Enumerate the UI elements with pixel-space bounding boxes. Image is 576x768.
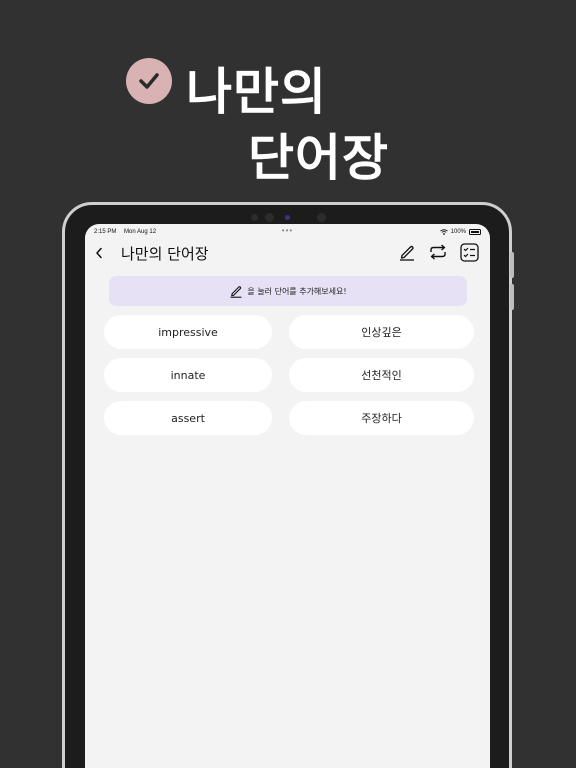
hint-text: 을 눌러 단어를 추가해보세요! [247, 286, 347, 296]
repeat-icon [430, 244, 446, 260]
volume-up-button [510, 252, 514, 278]
navigation-bar: 나만의 단어장 [85, 240, 490, 266]
checklist-icon [459, 242, 479, 262]
battery-icon [469, 229, 481, 235]
word-card-korean[interactable]: 선천적인 [289, 358, 474, 392]
promo-heading-line2: 단어장 [248, 129, 389, 187]
status-bar: 2:15 PM Mon Aug 12 ••• 100% [85, 224, 490, 240]
status-time: 2:15 PM [94, 229, 117, 235]
back-button[interactable] [92, 245, 106, 261]
word-card-english[interactable]: assert [104, 401, 272, 435]
pencil-icon [230, 286, 242, 298]
word-card-korean[interactable]: 인상깊은 [289, 315, 474, 349]
pencil-icon [400, 245, 414, 261]
promo-check-badge [126, 58, 172, 104]
camera-lens [265, 213, 274, 222]
check-icon [139, 73, 159, 89]
status-date: Mon Aug 12 [124, 229, 157, 235]
chevron-left-icon [96, 247, 102, 259]
camera-bar [65, 211, 509, 225]
page-title: 나만의 단어장 [121, 245, 209, 263]
app-screen: 2:15 PM Mon Aug 12 ••• 100% 나만의 단어장 을 눌러… [85, 224, 490, 768]
wifi-icon [439, 229, 448, 235]
volume-down-button [510, 284, 514, 310]
quiz-button[interactable] [459, 242, 479, 262]
sensor-dot [251, 214, 258, 221]
add-word-hint: 을 눌러 단어를 추가해보세요! [109, 276, 467, 306]
word-card-english[interactable]: impressive [104, 315, 272, 349]
battery-percent: 100% [450, 229, 466, 235]
face-sensor [317, 213, 326, 222]
word-card-english[interactable]: innate [104, 358, 272, 392]
word-card-korean[interactable]: 주장하다 [289, 401, 474, 435]
promo-heading-line1: 나만의 [186, 63, 327, 121]
add-word-button[interactable] [397, 242, 417, 262]
multitasking-dots[interactable]: ••• [282, 227, 293, 235]
camera-indicator [285, 215, 290, 220]
shuffle-button[interactable] [428, 242, 448, 262]
